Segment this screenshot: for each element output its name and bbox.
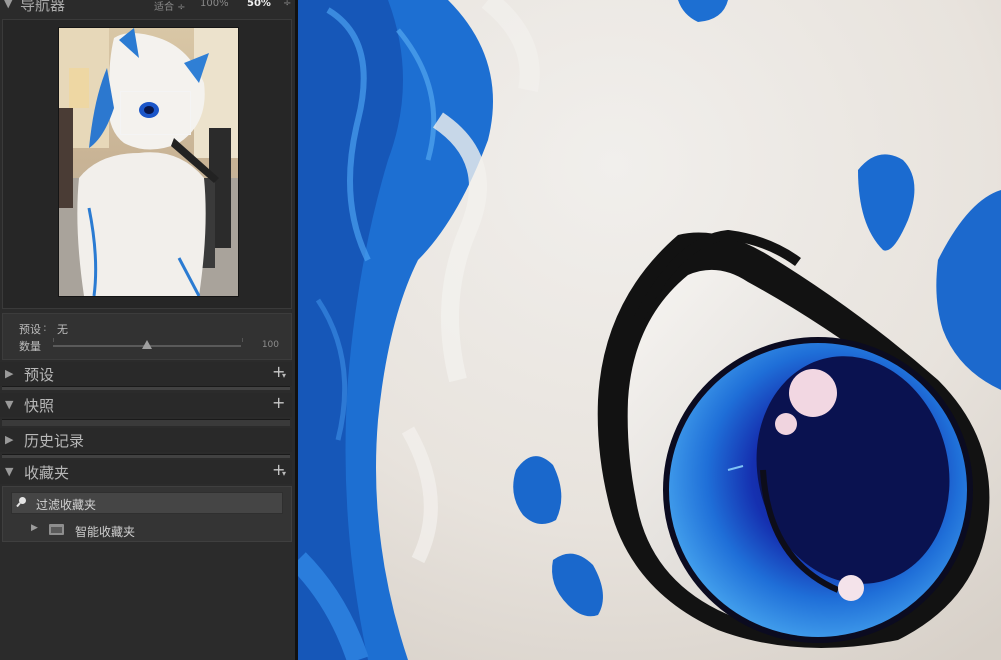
- panel-separator: [2, 386, 290, 390]
- add-preset-icon[interactable]: + ▾: [272, 362, 286, 381]
- snapshots-body: [2, 419, 290, 426]
- filter-collections-placeholder: 过滤收藏夹: [36, 498, 97, 512]
- history-panel-header[interactable]: ▶ 历史记录: [0, 428, 292, 452]
- zoom-more-option[interactable]: ÷: [283, 0, 291, 9]
- smart-collections-label: 智能收藏夹: [75, 525, 136, 539]
- main-image-view[interactable]: [298, 0, 1001, 660]
- navigator-header[interactable]: ▼ 导航器 适合 ÷ 100% 50% ÷: [0, 0, 295, 14]
- amount-slider-knob[interactable]: [142, 340, 152, 349]
- thumbnail-image: [59, 28, 238, 296]
- snapshots-panel-header[interactable]: ▼ 快照 +: [0, 393, 292, 417]
- navigator-thumbnail[interactable]: [58, 27, 239, 297]
- amount-value: 100: [261, 340, 279, 350]
- expand-triangle-icon[interactable]: ▶: [31, 523, 38, 533]
- collapse-triangle-icon[interactable]: ▼: [5, 465, 13, 478]
- preset-colon: :: [43, 321, 47, 334]
- collection-set-icon: [49, 524, 64, 535]
- quick-develop-panel: 预设 : 无 数量 100: [2, 313, 292, 360]
- collapse-triangle-icon[interactable]: ▼: [5, 398, 13, 411]
- left-panel: ▼ 导航器 适合 ÷ 100% 50% ÷ 预设: 无 数量 100 ▶ 预设…: [0, 0, 295, 660]
- zoom-100-option[interactable]: 100%: [200, 0, 229, 9]
- presets-panel-header[interactable]: ▶ 预设 + ▾: [0, 362, 292, 386]
- search-icon: [16, 497, 26, 507]
- amount-label: 数量: [19, 340, 41, 353]
- preset-label: 预设: [19, 323, 41, 336]
- navigator-viewport-box[interactable]: [120, 91, 191, 135]
- presets-title: 预设: [24, 366, 55, 384]
- snapshots-title: 快照: [24, 397, 55, 415]
- navigator-preview: [2, 19, 292, 309]
- collections-panel-body: 过滤收藏夹 ▶ 智能收藏夹: [2, 486, 292, 542]
- collections-title: 收藏夹: [24, 464, 70, 482]
- filter-collections-field[interactable]: 过滤收藏夹: [11, 492, 283, 514]
- main-photo: [298, 0, 1001, 660]
- smart-collections-item[interactable]: ▶ 智能收藏夹: [31, 523, 271, 539]
- collections-panel-header[interactable]: ▼ 收藏夹 + ▾: [0, 460, 292, 484]
- add-collection-icon[interactable]: + ▾: [272, 460, 286, 479]
- add-snapshot-icon[interactable]: +: [272, 393, 285, 412]
- panel-separator: [2, 454, 290, 458]
- expand-triangle-icon[interactable]: ▶: [5, 367, 13, 380]
- expand-triangle-icon[interactable]: ▶: [5, 433, 13, 446]
- zoom-50-option[interactable]: 50%: [247, 0, 271, 9]
- navigator-title: 导航器: [20, 0, 66, 14]
- collapse-triangle-icon[interactable]: ▼: [4, 0, 12, 10]
- preset-value[interactable]: 无: [57, 321, 68, 337]
- history-title: 历史记录: [24, 432, 85, 450]
- zoom-fit-option[interactable]: 适合 ÷: [154, 0, 186, 13]
